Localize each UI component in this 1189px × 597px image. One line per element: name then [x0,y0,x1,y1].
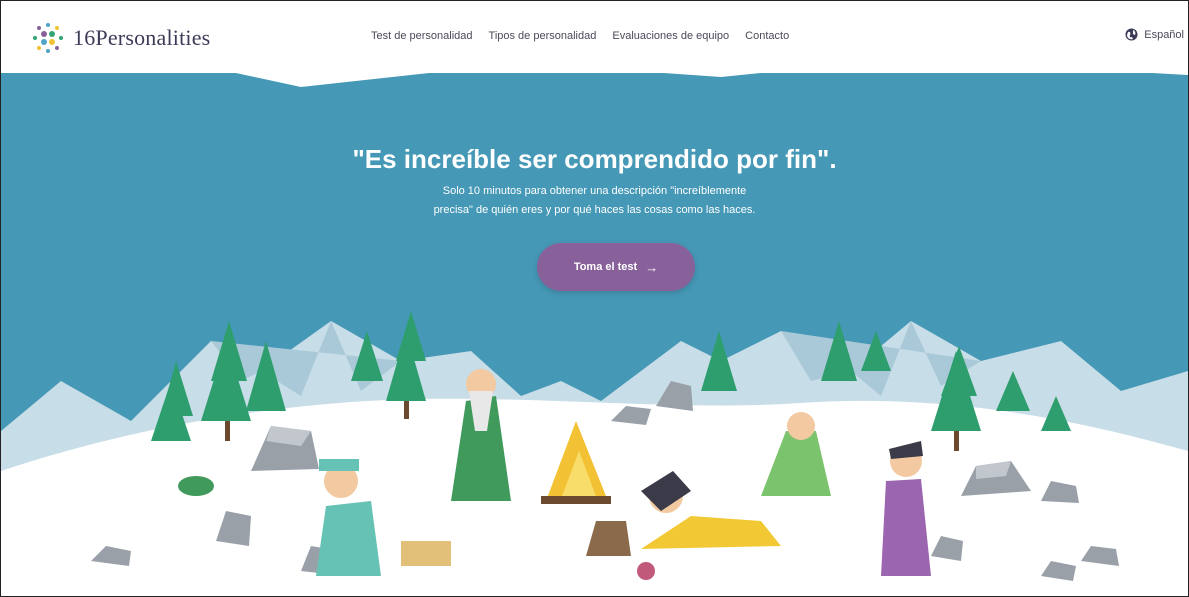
nav-item-team-assessments[interactable]: Evaluaciones de equipo [612,30,729,42]
hero-subtext-line-2: precisa" de quién eres y por qué haces l… [433,204,756,216]
page: "Es increíble ser comprendido por fin". … [0,0,1189,597]
hero-subtext: Solo 10 minutos para obtener una descrip… [1,182,1188,220]
hero-subtext-line-1: Solo 10 minutos para obtener una descrip… [442,185,747,197]
hero-illustration [1,59,1188,596]
nav-item-contact[interactable]: Contacto [745,30,789,42]
dots-circle-icon [31,21,65,55]
turtle [178,476,214,496]
main-menu: Test de personalidad Tipos de personalid… [371,30,789,42]
nav-item-personality-test[interactable]: Test de personalidad [371,30,473,42]
logo[interactable]: 16Personalities [31,21,210,55]
take-test-label: Toma el test [573,261,638,273]
nav-item-personality-types[interactable]: Tipos de personalidad [489,30,597,42]
picnic-basket [401,541,451,566]
globe-icon [1125,28,1138,41]
language-label: Español [1144,28,1184,41]
arrow-right-icon: → [645,259,659,275]
take-test-button[interactable]: Toma el test → [537,243,695,291]
language-selector[interactable]: Español [1125,28,1184,41]
yarn-ball [637,562,655,580]
hero-headline: "Es increíble ser comprendido por fin". [352,144,837,174]
top-navigation: 16Personalities Test de personalidad Tip… [1,1,1188,73]
brand-name: 16Personalities [73,25,211,50]
hero-section: "Es increíble ser comprendido por fin". … [1,1,1188,596]
